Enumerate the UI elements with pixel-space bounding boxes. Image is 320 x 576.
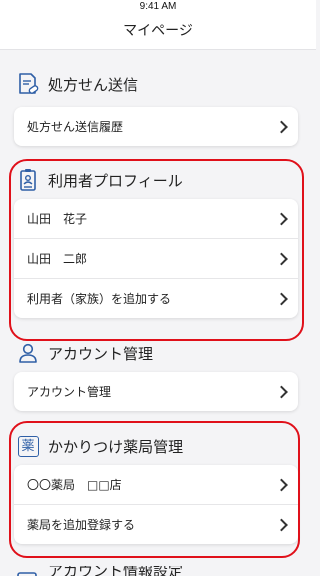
section-prescription-title: 処方せん送信 xyxy=(48,75,139,94)
chevron-right-icon xyxy=(275,120,288,133)
list-item-account-management[interactable]: アカウント管理 xyxy=(14,372,298,411)
prescription-document-icon xyxy=(16,72,40,96)
list-item-label: 処方せん送信履歴 xyxy=(27,120,124,134)
section-next-header-partial: アカウント情報設定 xyxy=(16,566,183,576)
highlight-outline-profiles xyxy=(9,159,304,341)
section-account-title: アカウント管理 xyxy=(48,344,154,363)
prescription-card: 処方せん送信履歴 xyxy=(14,107,298,146)
section-next-icon xyxy=(16,566,40,576)
page-title: マイページ xyxy=(123,23,193,39)
highlight-outline-pharmacy xyxy=(9,421,300,558)
list-item-label: アカウント管理 xyxy=(27,385,112,399)
section-account-header: アカウント管理 xyxy=(16,341,153,365)
status-time: 9:41 AM xyxy=(139,1,177,12)
chevron-right-icon xyxy=(275,385,288,398)
list-item-prescription-history[interactable]: 処方せん送信履歴 xyxy=(14,107,298,146)
person-icon xyxy=(16,341,40,365)
account-card: アカウント管理 xyxy=(14,372,298,411)
section-next-title: アカウント情報設定 xyxy=(48,566,184,576)
section-prescription-header: 処方せん送信 xyxy=(16,72,138,96)
top-bar: 9:41 AM マイページ xyxy=(0,0,316,50)
